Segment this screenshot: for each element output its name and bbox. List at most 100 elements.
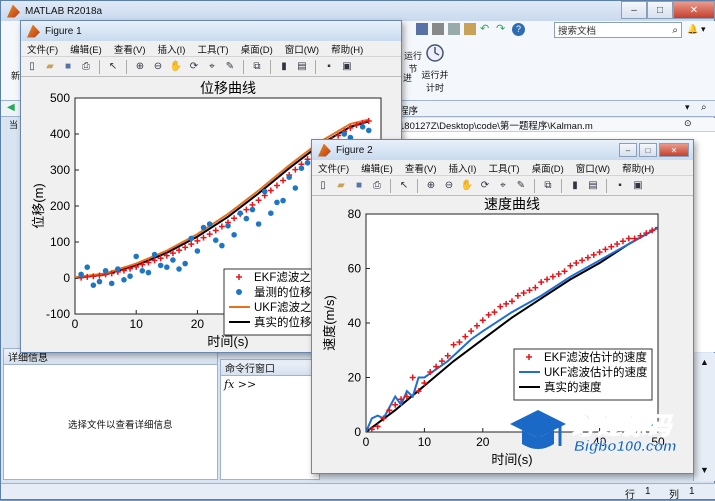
legend-swatch: [236, 289, 242, 295]
pan-icon[interactable]: ✋: [168, 59, 184, 75]
menu-file[interactable]: 文件(F): [318, 161, 349, 175]
expand-ribbon-icon[interactable]: ▾: [701, 24, 706, 35]
figure-2-controls: – □ ✕: [619, 143, 693, 157]
menu-insert[interactable]: 插入(I): [448, 161, 476, 175]
figure-2-toolbar: ▯ ▰ ■ ⎙ ↖ ⊕ ⊖ ✋ ⟳ ⌖ ✎ ⧉ ▮ ▤ ▪ ▣: [312, 176, 693, 196]
save-figure-icon[interactable]: ■: [60, 59, 76, 75]
redo-icon[interactable]: ↷: [496, 23, 508, 35]
column-number: 1: [689, 486, 695, 497]
figure-2-minimize-button[interactable]: –: [619, 143, 637, 157]
menu-insert[interactable]: 插入(I): [157, 42, 185, 56]
link-icon[interactable]: ⧉: [540, 178, 556, 194]
show-plot-tools-icon[interactable]: ▣: [630, 178, 646, 194]
menu-file[interactable]: 文件(F): [27, 42, 58, 56]
notification-icon[interactable]: 🔔: [687, 24, 698, 35]
pointer-icon[interactable]: ↖: [105, 59, 121, 75]
matlab-logo-icon: [7, 4, 20, 18]
browse-folder-icon[interactable]: ⌕: [701, 102, 707, 113]
menu-desktop[interactable]: 桌面(D): [241, 42, 273, 56]
data-point: [200, 224, 207, 231]
show-plot-tools-icon[interactable]: ▣: [339, 59, 355, 75]
maximize-button[interactable]: □: [647, 1, 673, 19]
menu-tools[interactable]: 工具(T): [488, 161, 519, 175]
menu-view[interactable]: 查看(V): [405, 161, 437, 175]
window-controls: – □ ✕: [621, 1, 715, 19]
rotate-icon[interactable]: ⟳: [477, 178, 493, 194]
open-file-icon[interactable]: ▰: [333, 178, 349, 194]
figure-logo-icon: [318, 143, 331, 157]
run-timer-icon[interactable]: [423, 41, 447, 65]
command-prompt[interactable]: fx >>: [224, 378, 256, 391]
figure-2-maximize-button[interactable]: □: [639, 143, 657, 157]
figure-2-close-button[interactable]: ✕: [659, 143, 689, 157]
figure-1-titlebar: Figure 1: [21, 21, 401, 41]
menu-edit[interactable]: 编辑(E): [361, 161, 393, 175]
new-figure-icon[interactable]: ▯: [315, 178, 331, 194]
command-window[interactable]: 命令行窗口 fx >>: [220, 359, 320, 480]
brush-icon[interactable]: ✎: [513, 178, 529, 194]
y-tick-label: 100: [50, 235, 70, 249]
figure-1-menubar: 文件(F) 编辑(E) 查看(V) 插入(I) 工具(T) 桌面(D) 窗口(W…: [21, 41, 401, 57]
line-label: 行: [625, 490, 635, 501]
legend-icon[interactable]: ▤: [294, 59, 310, 75]
scroll-up-icon[interactable]: ▲: [700, 357, 709, 367]
data-point: [188, 235, 195, 242]
data-cursor-icon[interactable]: ⌖: [495, 178, 511, 194]
colorbar-icon[interactable]: ▮: [276, 59, 292, 75]
menu-window[interactable]: 窗口(W): [285, 42, 319, 56]
data-point: [151, 251, 158, 258]
zoom-in-icon[interactable]: ⊕: [423, 178, 439, 194]
minimize-button[interactable]: –: [621, 1, 647, 19]
data-point: [249, 206, 256, 213]
x-tick-label: 0: [72, 317, 79, 331]
colorbar-icon[interactable]: ▮: [567, 178, 583, 194]
data-cursor-icon[interactable]: ⌖: [204, 59, 220, 75]
close-button[interactable]: ✕: [673, 1, 715, 19]
zoom-out-icon[interactable]: ⊖: [150, 59, 166, 75]
y-tick-label: 0: [63, 271, 70, 285]
save-icon[interactable]: [416, 23, 428, 35]
menu-tools[interactable]: 工具(T): [197, 42, 228, 56]
undo-icon[interactable]: ↶: [480, 23, 492, 35]
search-icon[interactable]: ⌕: [672, 25, 681, 36]
pointer-icon[interactable]: ↖: [396, 178, 412, 194]
new-figure-icon[interactable]: ▯: [24, 59, 40, 75]
zoom-in-icon[interactable]: ⊕: [132, 59, 148, 75]
print-icon[interactable]: ⎙: [78, 59, 94, 75]
menu-desktop[interactable]: 桌面(D): [532, 161, 564, 175]
open-file-icon[interactable]: ▰: [42, 59, 58, 75]
run-and-time-label: 运行并 计时: [421, 70, 449, 93]
legend-icon[interactable]: ▤: [585, 178, 601, 194]
help-icon[interactable]: ?: [512, 23, 525, 36]
pan-icon[interactable]: ✋: [459, 178, 475, 194]
brush-icon[interactable]: ✎: [222, 59, 238, 75]
search-box[interactable]: 搜索文档 ⌕: [554, 22, 682, 38]
rotate-icon[interactable]: ⟳: [186, 59, 202, 75]
menu-window[interactable]: 窗口(W): [576, 161, 610, 175]
search-input[interactable]: 搜索文档: [558, 23, 672, 37]
data-point: [255, 221, 262, 227]
quick-access-toolbar: ↶ ↷ ?: [416, 23, 525, 36]
address-dropdown-icon[interactable]: ▾: [685, 102, 690, 113]
y-axis-label: 位移(m): [31, 183, 46, 229]
zoom-out-icon[interactable]: ⊖: [441, 178, 457, 194]
menu-edit[interactable]: 编辑(E): [70, 42, 102, 56]
menu-help[interactable]: 帮助(H): [622, 161, 654, 175]
print-icon[interactable]: ⎙: [369, 178, 385, 194]
paste-icon[interactable]: [464, 23, 476, 35]
menu-view[interactable]: 查看(V): [114, 42, 146, 56]
save-figure-icon[interactable]: ■: [351, 178, 367, 194]
hide-plot-tools-icon[interactable]: ▪: [321, 59, 337, 75]
copy-icon[interactable]: [448, 23, 460, 35]
chart-title: 速度曲线: [484, 196, 540, 212]
data-point: [139, 268, 146, 274]
back-arrow-icon[interactable]: ◀: [7, 102, 15, 113]
menu-help[interactable]: 帮助(H): [331, 42, 363, 56]
data-point: [365, 127, 372, 134]
cut-icon[interactable]: [432, 23, 444, 35]
data-point: [108, 280, 115, 287]
scroll-down-icon[interactable]: ▼: [700, 465, 709, 475]
editor-menu-icon[interactable]: ⊙: [684, 118, 692, 129]
hide-plot-tools-icon[interactable]: ▪: [612, 178, 628, 194]
link-icon[interactable]: ⧉: [249, 59, 265, 75]
